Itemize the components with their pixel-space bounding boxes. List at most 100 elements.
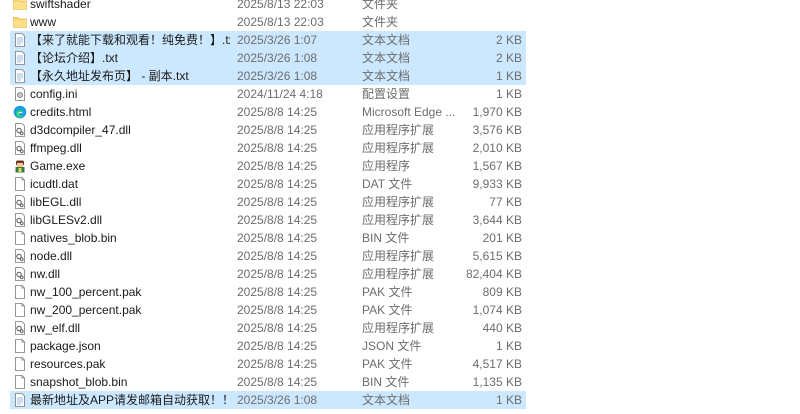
file-size: 1,567 KB [472, 159, 522, 173]
file-row[interactable]: natives_blob.bin 2025/8/8 14:25 BIN 文件 201 … [0, 229, 800, 247]
file-modified-date: 2025/8/8 14:25 [237, 339, 318, 353]
file-modified-date: 2025/8/8 14:25 [237, 177, 318, 191]
blank-file-icon [13, 339, 27, 353]
dll-file-icon [13, 321, 27, 335]
file-name: node.dll [30, 249, 73, 263]
file-modified-date: 2025/3/26 1:08 [237, 393, 318, 407]
file-size: 2,010 KB [472, 141, 522, 155]
dll-file-icon [13, 195, 27, 209]
file-name: credits.html [30, 105, 92, 119]
file-size: 1,074 KB [472, 303, 522, 317]
file-name: natives_blob.bin [30, 231, 117, 245]
file-type: JSON 文件 [362, 339, 422, 353]
file-modified-date: 2025/8/8 14:25 [237, 267, 318, 281]
file-row[interactable]: nw_100_percent.pak 2025/8/8 14:25 PAK 文件 80… [0, 283, 800, 301]
file-size: 1 KB [495, 393, 522, 407]
file-modified-date: 2025/3/26 1:08 [237, 51, 318, 65]
file-size: 4,517 KB [472, 357, 522, 371]
dll-file-icon [13, 141, 27, 155]
file-name: 最新地址及APP请发邮箱自动获取！！！ [30, 393, 230, 407]
text-file-icon [13, 51, 27, 65]
file-row[interactable]: libEGL.dll 2025/8/8 14:25 应用程序扩展 77 KB [0, 193, 800, 211]
file-size: 1 KB [495, 339, 522, 353]
file-type: 配置设置 [362, 87, 411, 101]
file-name: libGLESv2.dll [30, 213, 103, 227]
file-modified-date: 2025/3/26 1:07 [237, 33, 318, 47]
file-modified-date: 2025/8/8 14:25 [237, 249, 318, 263]
text-file-icon [13, 69, 27, 83]
file-name: swiftshader [30, 0, 91, 11]
file-size: 82,404 KB [465, 267, 522, 281]
file-row[interactable]: 【来了就能下载和观看！纯免费！】.txt 2025/3/26 1:07 文本文档 2 … [0, 31, 800, 49]
file-size: 440 KB [482, 321, 522, 335]
file-type: 文件夹 [362, 0, 399, 11]
file-type: 应用程序扩展 [362, 249, 435, 263]
file-modified-date: 2025/8/8 14:25 [237, 375, 318, 389]
file-name: package.json [30, 339, 101, 353]
file-name: icudtl.dat [30, 177, 79, 191]
file-name: libEGL.dll [30, 195, 82, 209]
dll-file-icon [13, 249, 27, 263]
file-row[interactable]: resources.pak 2025/8/8 14:25 PAK 文件 4,517 K… [0, 355, 800, 373]
file-type: 文本文档 [362, 51, 411, 65]
file-row[interactable]: snapshot_blob.bin 2025/8/8 14:25 BIN 文件 1,1… [0, 373, 800, 391]
file-row[interactable]: Game.exe 2025/8/8 14:25 应用程序 1,567 KB [0, 157, 800, 175]
file-size: 1,135 KB [472, 375, 522, 389]
file-row[interactable]: 最新地址及APP请发邮箱自动获取！！！ 2025/3/26 1:08 文本文档 1 K… [0, 391, 800, 409]
file-row[interactable]: d3dcompiler_47.dll 2025/8/8 14:25 应用程序扩展 3,… [0, 121, 800, 139]
file-modified-date: 2025/8/8 14:25 [237, 357, 318, 371]
blank-file-icon [13, 285, 27, 299]
file-modified-date: 2025/3/26 1:08 [237, 69, 318, 83]
file-name: nw_elf.dll [30, 321, 81, 335]
file-row[interactable]: libGLESv2.dll 2025/8/8 14:25 应用程序扩展 3,644 K… [0, 211, 800, 229]
file-type: 应用程序扩展 [362, 267, 435, 281]
file-list: swiftshader 2025/8/13 22:03 文件夹 www 2025/8/1… [0, 0, 800, 414]
file-modified-date: 2025/8/8 14:25 [237, 213, 318, 227]
file-modified-date: 2025/8/8 14:25 [237, 195, 318, 209]
file-row[interactable]: package.json 2025/8/8 14:25 JSON 文件 1 KB [0, 337, 800, 355]
blank-file-icon [13, 231, 27, 245]
file-type: Microsoft Edge ... [362, 105, 456, 119]
file-size: 1 KB [495, 87, 522, 101]
file-row[interactable]: credits.html 2025/8/8 14:25 Microsoft Edge… [0, 103, 800, 121]
file-row[interactable]: icudtl.dat 2025/8/8 14:25 DAT 文件 9,933 KB [0, 175, 800, 193]
file-modified-date: 2025/8/8 14:25 [237, 285, 318, 299]
file-name: nw_200_percent.pak [30, 303, 142, 317]
game-exe-icon [13, 159, 27, 173]
file-name: www [30, 15, 56, 29]
file-modified-date: 2025/8/8 14:25 [237, 321, 318, 335]
file-row[interactable]: config.ini 2024/11/24 4:18 配置设置 1 KB [0, 85, 800, 103]
file-type: DAT 文件 [362, 177, 413, 191]
file-row[interactable]: nw.dll 2025/8/8 14:25 应用程序扩展 82,404 KB [0, 265, 800, 283]
file-row[interactable]: ffmpeg.dll 2025/8/8 14:25 应用程序扩展 2,010 KB [0, 139, 800, 157]
file-name: Game.exe [30, 159, 86, 173]
file-type: 文本文档 [362, 33, 411, 47]
file-size: 3,576 KB [472, 123, 522, 137]
file-row[interactable]: www 2025/8/13 22:03 文件夹 [0, 13, 800, 31]
file-size: 77 KB [489, 195, 522, 209]
file-row[interactable]: nw_200_percent.pak 2025/8/8 14:25 PAK 文件 1,… [0, 301, 800, 319]
blank-file-icon [13, 303, 27, 317]
file-type: 应用程序 [362, 159, 411, 173]
file-row[interactable]: swiftshader 2025/8/13 22:03 文件夹 [0, 0, 800, 13]
file-row[interactable]: nw_elf.dll 2025/8/8 14:25 应用程序扩展 440 KB [0, 319, 800, 337]
blank-file-icon [13, 375, 27, 389]
file-size: 809 KB [482, 285, 522, 299]
edge-icon [13, 105, 27, 119]
file-name: nw.dll [30, 267, 61, 281]
file-row[interactable]: node.dll 2025/8/8 14:25 应用程序扩展 5,615 KB [0, 247, 800, 265]
file-type: 文件夹 [362, 15, 399, 29]
file-modified-date: 2024/11/24 4:18 [237, 87, 323, 101]
file-type: 应用程序扩展 [362, 213, 435, 227]
blank-file-icon [13, 357, 27, 371]
file-modified-date: 2025/8/13 22:03 [237, 15, 324, 29]
file-row[interactable]: 【论坛介绍】.txt 2025/3/26 1:08 文本文档 2 KB [0, 49, 800, 67]
file-name: 【论坛介绍】.txt [30, 51, 119, 65]
file-type: PAK 文件 [362, 357, 413, 371]
file-modified-date: 2025/8/8 14:25 [237, 105, 318, 119]
file-name: ffmpeg.dll [30, 141, 82, 155]
dll-file-icon [13, 267, 27, 281]
file-type: 应用程序扩展 [362, 195, 435, 209]
file-row[interactable]: 【永久地址发布页】 - 副本.txt 2025/3/26 1:08 文本文档 1 KB [0, 67, 800, 85]
file-type: 文本文档 [362, 393, 411, 407]
